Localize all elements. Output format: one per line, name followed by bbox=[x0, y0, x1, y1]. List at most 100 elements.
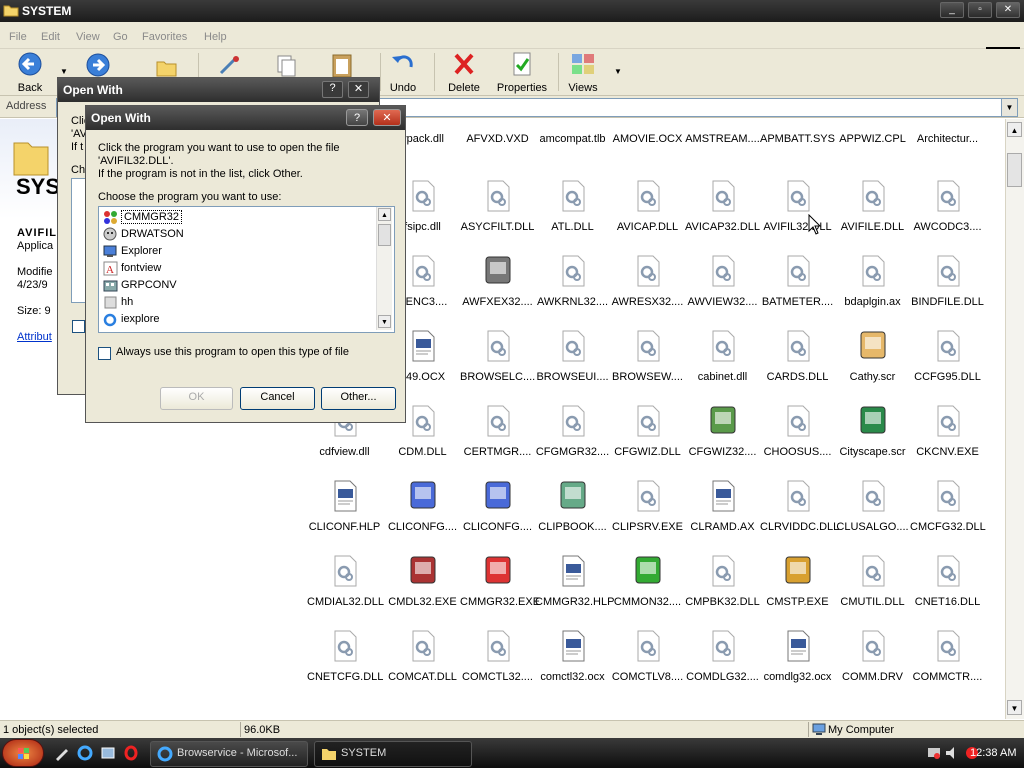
properties-button[interactable]: Properties bbox=[494, 51, 550, 94]
delete-button[interactable]: Delete bbox=[444, 51, 484, 94]
back-dropdown-icon[interactable]: ▼ bbox=[60, 67, 68, 76]
listbox-scroll-down-icon[interactable]: ▼ bbox=[378, 315, 391, 328]
file-item[interactable]: comctl32.ocx bbox=[535, 629, 610, 683]
close-button[interactable]: ✕ bbox=[996, 2, 1020, 18]
file-item[interactable]: CLICONFG.... bbox=[460, 479, 535, 533]
task-browservice[interactable]: Browservice - Microsof... bbox=[150, 741, 308, 767]
outlook-icon[interactable] bbox=[100, 745, 116, 761]
file-item[interactable]: CMSTP.EXE bbox=[760, 554, 835, 608]
dialog-help-button[interactable]: ? bbox=[346, 109, 368, 126]
pane-attributes-link[interactable]: Attribut bbox=[17, 331, 52, 343]
scroll-down-icon[interactable]: ▼ bbox=[1007, 700, 1022, 715]
dialog-back-help-button[interactable]: ? bbox=[322, 81, 343, 98]
dialog-titlebar[interactable]: Open With ? ✕ bbox=[86, 106, 405, 130]
move-to-icon[interactable] bbox=[216, 53, 242, 79]
menu-file[interactable]: File bbox=[9, 31, 27, 43]
file-item[interactable]: AWVIEW32.... bbox=[685, 254, 760, 308]
file-item[interactable]: CMDIAL32.DLL bbox=[307, 554, 384, 608]
file-item[interactable]: COMM.DRV bbox=[835, 629, 910, 683]
file-item[interactable]: CMMON32.... bbox=[610, 554, 685, 608]
file-item[interactable]: cabinet.dll bbox=[685, 329, 760, 383]
file-item[interactable]: CFGWIZ32.... bbox=[685, 404, 760, 458]
file-item[interactable]: AWKRNL32.... bbox=[535, 254, 610, 308]
file-item[interactable]: Architectur... bbox=[910, 119, 985, 145]
file-item[interactable]: AFVXD.VXD bbox=[460, 119, 535, 145]
file-item[interactable]: COMCAT.DLL bbox=[385, 629, 460, 683]
file-item[interactable]: CLUSALGO.... bbox=[835, 479, 910, 533]
internet-explorer-icon[interactable] bbox=[77, 745, 93, 761]
menu-view[interactable]: View bbox=[76, 31, 100, 43]
file-item[interactable]: CCFG95.DLL bbox=[910, 329, 985, 383]
vertical-scrollbar[interactable]: ▲ ▼ bbox=[1005, 119, 1024, 719]
back-button[interactable]: Back bbox=[12, 51, 48, 94]
file-item[interactable]: APMBATT.SYS bbox=[760, 119, 835, 145]
window-titlebar[interactable]: SYSTEM _ ▫ ✕ bbox=[0, 0, 1024, 22]
forward-arrow-icon[interactable] bbox=[84, 52, 112, 78]
up-folder-icon[interactable] bbox=[154, 54, 180, 78]
file-item[interactable]: CLIPBOOK.... bbox=[535, 479, 610, 533]
file-item[interactable]: CHOOSUS.... bbox=[760, 404, 835, 458]
file-item[interactable]: CMMGR32.EXE bbox=[460, 554, 540, 608]
dialog-back-close-button[interactable]: ✕ bbox=[348, 81, 369, 98]
file-item[interactable]: AWFXEX32.... bbox=[460, 254, 535, 308]
scroll-thumb[interactable] bbox=[1007, 153, 1022, 187]
dialog-back-titlebar[interactable]: Open With ? ✕ bbox=[58, 78, 379, 102]
file-item[interactable]: AMOVIE.OCX bbox=[610, 119, 685, 145]
file-item[interactable]: CLRAMD.AX bbox=[685, 479, 760, 533]
address-dropdown-icon[interactable]: ▼ bbox=[1001, 98, 1018, 117]
file-item[interactable]: CMDL32.EXE bbox=[385, 554, 460, 608]
program-listbox[interactable]: CMMGR32 DRWATSON Explorer A fontview GRP… bbox=[98, 206, 395, 333]
file-item[interactable]: CMMGR32.HLP bbox=[535, 554, 614, 608]
views-button[interactable]: Views bbox=[566, 51, 600, 94]
listbox-scroll-thumb[interactable] bbox=[378, 224, 391, 246]
listbox-scroll-up-icon[interactable]: ▲ bbox=[378, 208, 391, 221]
minimize-button[interactable]: _ bbox=[940, 2, 964, 18]
file-item[interactable]: Cityscape.scr bbox=[835, 404, 910, 458]
file-item[interactable]: AMSTREAM.... bbox=[685, 119, 760, 145]
file-item[interactable]: BROWSELC.... bbox=[460, 329, 535, 383]
dialog-close-button[interactable]: ✕ bbox=[373, 109, 401, 126]
file-item[interactable]: ATL.DLL bbox=[535, 179, 610, 233]
file-item[interactable]: BROWSEW.... bbox=[610, 329, 685, 383]
file-item[interactable]: AVICAP32.DLL bbox=[685, 179, 760, 233]
file-item[interactable]: CFGMGR32.... bbox=[535, 404, 610, 458]
file-item[interactable]: CNETCFG.DLL bbox=[307, 629, 383, 683]
file-item[interactable]: CMUTIL.DLL bbox=[835, 554, 910, 608]
file-item[interactable]: CMCFG32.DLL bbox=[910, 479, 986, 533]
scroll-up-icon[interactable]: ▲ bbox=[1007, 122, 1022, 137]
file-item[interactable]: APPWIZ.CPL bbox=[835, 119, 910, 145]
file-item[interactable]: ASYCFILT.DLL bbox=[460, 179, 535, 233]
tray-network-icon[interactable] bbox=[926, 745, 942, 761]
file-item[interactable]: CNET16.DLL bbox=[910, 554, 985, 608]
file-item[interactable]: CLRVIDDC.DLL bbox=[760, 479, 839, 533]
file-item[interactable]: COMMCTR.... bbox=[910, 629, 985, 683]
file-item[interactable]: BATMETER.... bbox=[760, 254, 835, 308]
start-button[interactable] bbox=[2, 739, 44, 767]
file-item[interactable]: CARDS.DLL bbox=[760, 329, 835, 383]
file-item[interactable]: COMCTLV8.... bbox=[610, 629, 685, 683]
paste-icon[interactable] bbox=[330, 51, 354, 79]
copy-to-icon[interactable] bbox=[274, 53, 298, 79]
file-item[interactable]: BROWSEUI.... bbox=[535, 329, 610, 383]
opera-icon[interactable] bbox=[123, 745, 139, 761]
file-item[interactable]: comdlg32.ocx bbox=[760, 629, 835, 683]
file-item[interactable]: CMPBK32.DLL bbox=[685, 554, 760, 608]
file-item[interactable]: CFGWIZ.DLL bbox=[610, 404, 685, 458]
cancel-button[interactable]: Cancel bbox=[240, 387, 315, 410]
file-item[interactable]: AWCODC3.... bbox=[910, 179, 985, 233]
task-system[interactable]: SYSTEM bbox=[314, 741, 472, 767]
undo-button[interactable]: Undo bbox=[386, 51, 420, 94]
menu-go[interactable]: Go bbox=[113, 31, 128, 43]
file-item[interactable]: AWRESX32.... bbox=[610, 254, 685, 308]
file-item[interactable]: CKCNV.EXE bbox=[910, 404, 985, 458]
file-item[interactable]: CLICONFG.... bbox=[385, 479, 460, 533]
menu-help[interactable]: Help bbox=[204, 31, 227, 43]
restore-button[interactable]: ▫ bbox=[968, 2, 992, 18]
file-item[interactable]: CLICONF.HLP bbox=[307, 479, 382, 533]
file-item[interactable]: CERTMGR.... bbox=[460, 404, 535, 458]
file-item[interactable]: BINDFILE.DLL bbox=[910, 254, 985, 308]
menu-favorites[interactable]: Favorites bbox=[142, 31, 187, 43]
file-item[interactable]: COMDLG32.... bbox=[685, 629, 760, 683]
file-item[interactable]: Cathy.scr bbox=[835, 329, 910, 383]
file-item[interactable]: amcompat.tlb bbox=[535, 119, 610, 145]
